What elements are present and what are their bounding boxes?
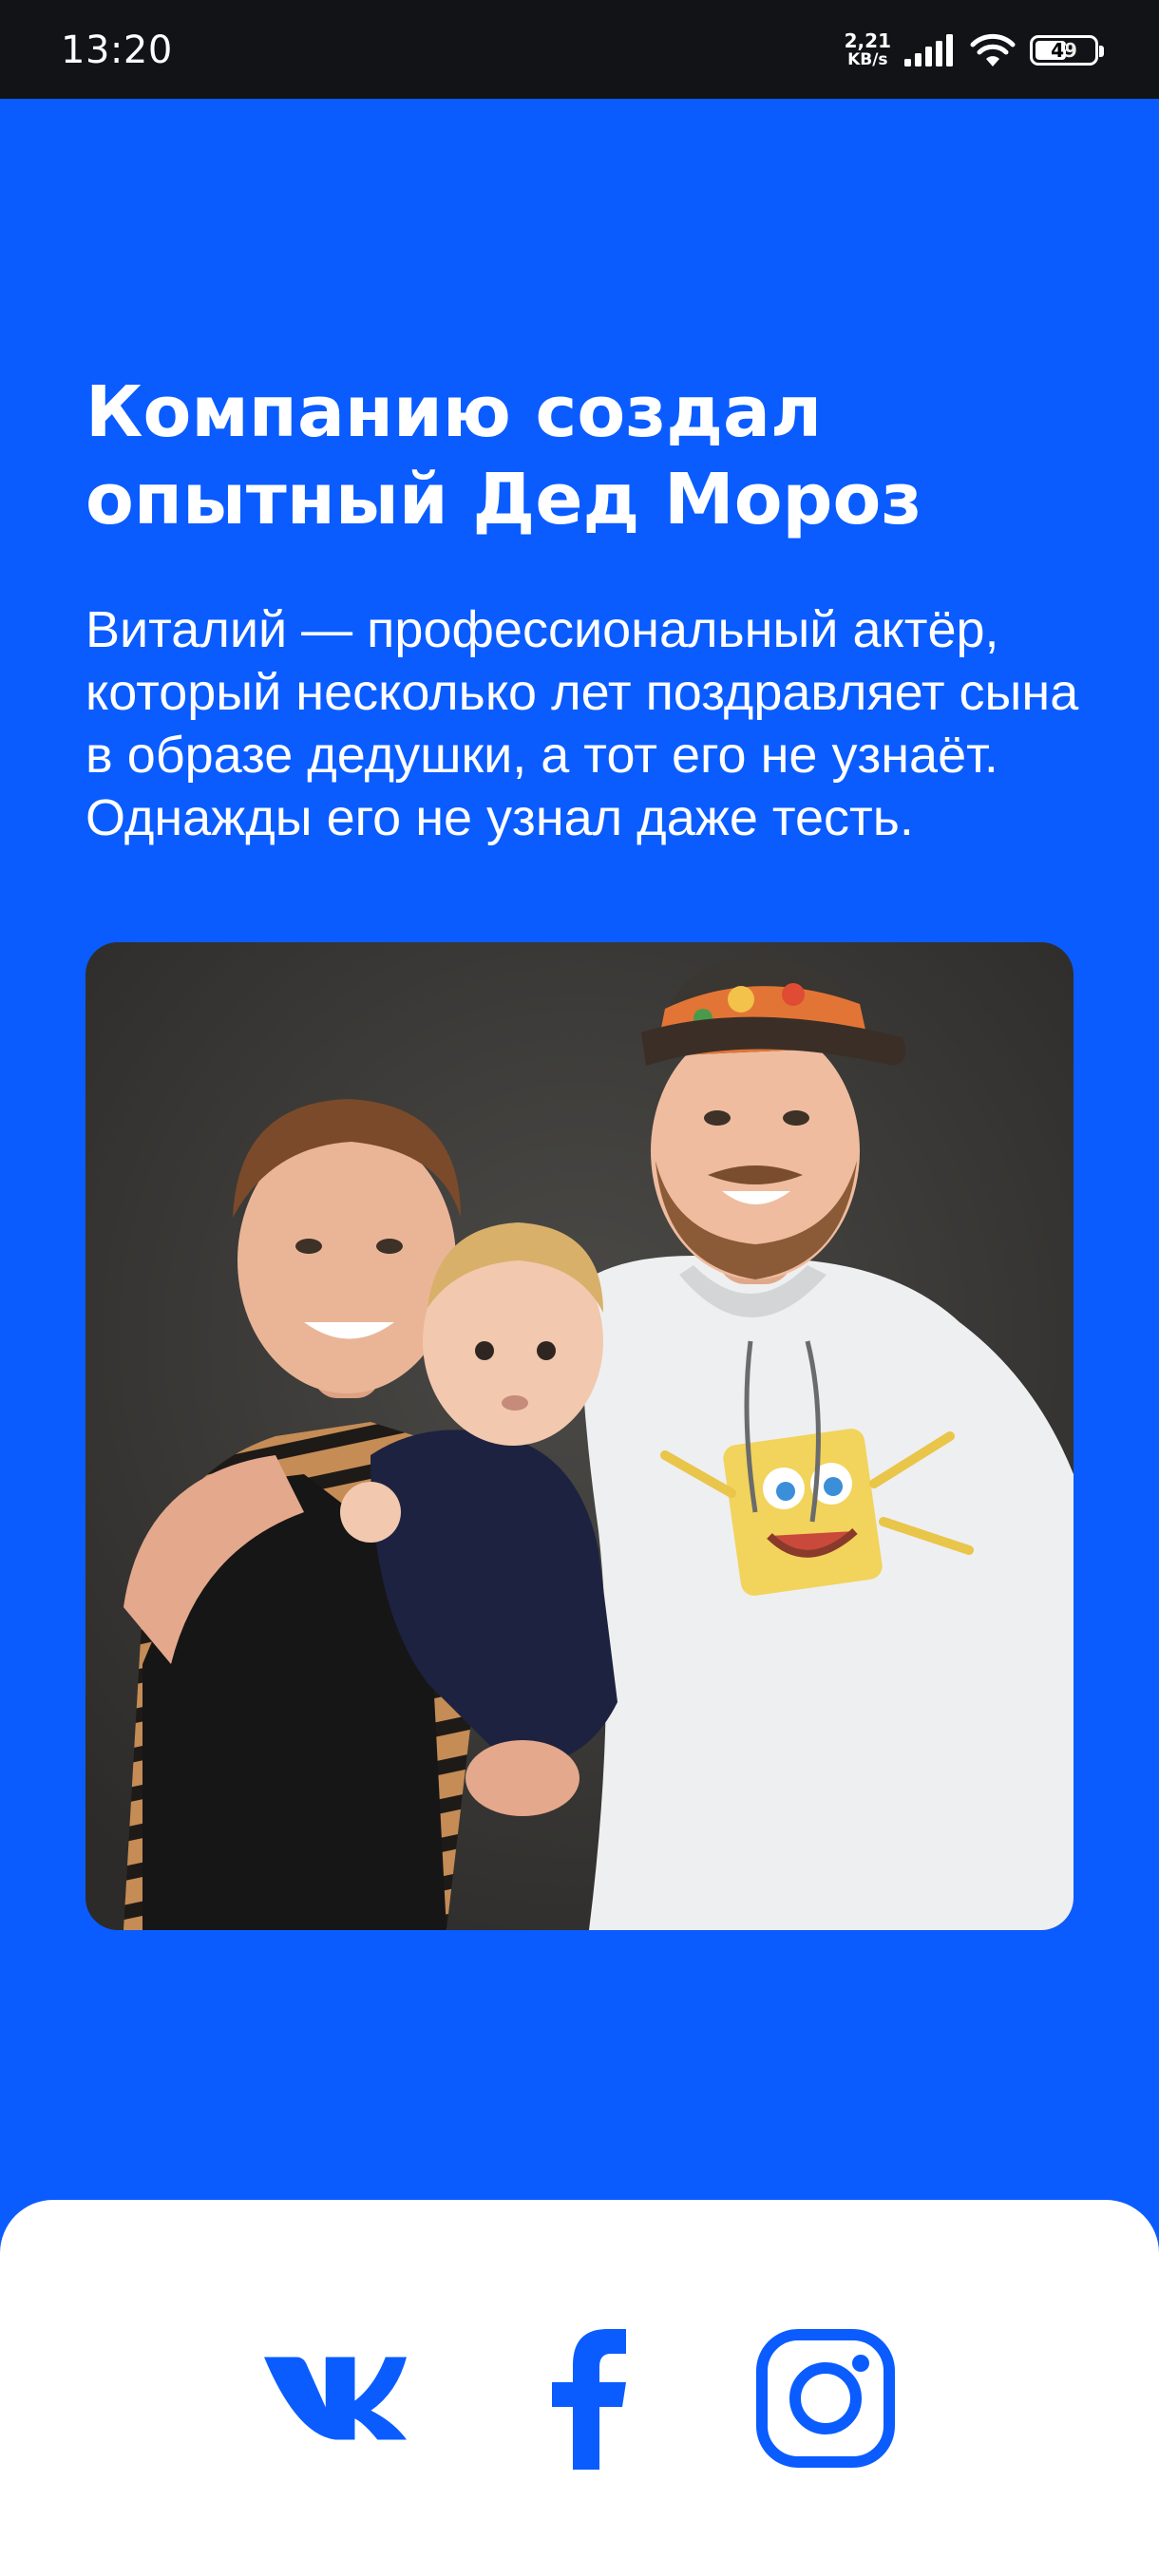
network-speed-unit: KB/s [847,50,888,69]
footer [0,2200,1159,2576]
network-speed-value: 2,21 [844,29,891,52]
battery-icon: 49 [1030,35,1104,66]
status-time: 13:20 [61,28,173,72]
battery-percent: 49 [1051,39,1077,62]
instagram-link[interactable] [754,2327,897,2470]
battery-tip [1099,46,1104,57]
network-speed: 2,21 KB/s [845,31,891,69]
vk-icon [264,2357,407,2440]
page-title: Компанию создал опытный Дед Мороз [86,371,922,540]
status-icons: 2,21 KB/s 49 [845,28,1104,72]
wifi-icon [970,33,1016,66]
vk-link[interactable] [264,2327,407,2470]
hero-description: Виталий — профессиональный актёр, которы… [86,601,1079,846]
status-bar: 13:20 2,21 KB/s 49 [0,0,1159,99]
facebook-link[interactable] [517,2327,659,2470]
facebook-icon [552,2329,626,2470]
signal-icon [904,34,953,66]
instagram-icon [756,2329,895,2468]
family-photo [86,942,1074,1930]
